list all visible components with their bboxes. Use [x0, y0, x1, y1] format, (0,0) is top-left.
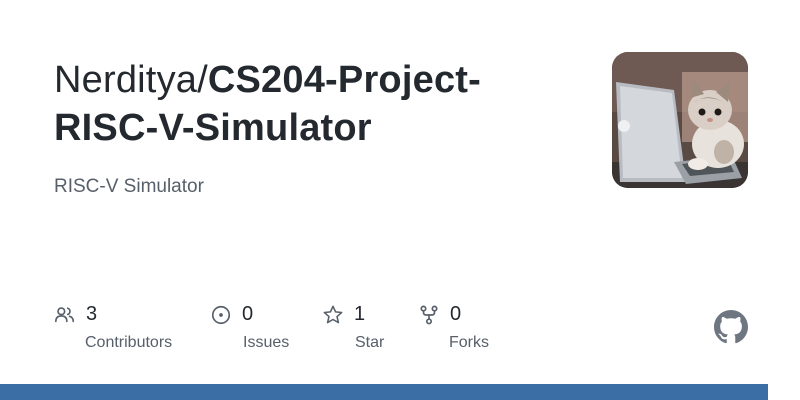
repo-stats: 3 Contributors 0 Issues 1 Star 0 Forks [0, 300, 800, 360]
forks-label: Forks [449, 334, 489, 351]
repo-title: Nerditya/CS204-Project- RISC-V-Simulator [54, 56, 594, 152]
owner-avatar [612, 52, 748, 188]
forks-count: 0 [450, 303, 462, 325]
github-icon[interactable] [714, 310, 748, 344]
contributors-label: Contributors [85, 334, 173, 351]
repo-name-line1[interactable]: CS204-Project- [208, 59, 481, 101]
repo-owner[interactable]: Nerditya/ [54, 59, 208, 101]
stars-label: Star [355, 334, 385, 351]
issue-icon [211, 305, 231, 325]
star-icon [323, 305, 343, 324]
cat-laptop-image [612, 52, 748, 188]
people-icon [55, 307, 75, 323]
issues-label: Issues [243, 334, 290, 351]
fork-icon [420, 305, 438, 325]
accent-bar [0, 384, 768, 400]
stars-count: 1 [354, 303, 366, 325]
repo-name-line2[interactable]: RISC-V-Simulator [54, 107, 372, 149]
issues-count: 0 [242, 303, 254, 325]
contributors-count: 3 [86, 303, 98, 325]
repo-description: RISC-V Simulator [54, 176, 204, 197]
